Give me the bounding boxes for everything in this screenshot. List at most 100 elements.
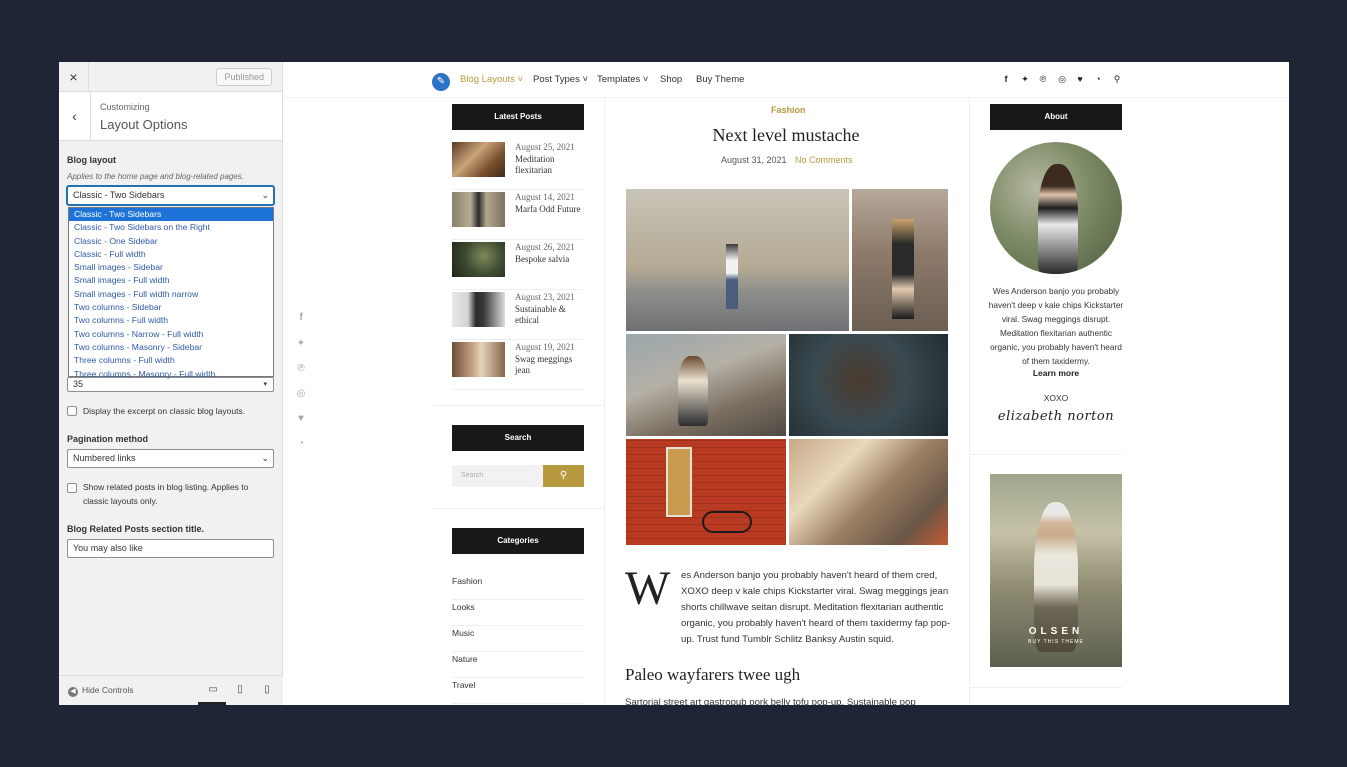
blog-layout-select[interactable]: Classic - Two Sidebars ⌄ [67,186,274,205]
column-divider [604,98,605,705]
dropdown-option[interactable]: Small images - Sidebar [69,261,273,274]
section-title: Layout Options [100,117,188,132]
latest-post-item[interactable]: August 26, 2021 Bespoke salvia [452,242,584,290]
post-title[interactable]: Bespoke salvia [515,254,585,265]
category-link[interactable]: Fashion [452,574,584,600]
dropdown-option[interactable]: Small images - Full width [69,274,273,287]
banner-tagline: BUY THIS THEME [1028,639,1084,645]
gallery-image[interactable] [626,334,786,436]
about-heading: About [990,104,1122,130]
excerpt-checkbox-label: Display the excerpt on classic blog layo… [83,406,246,416]
excerpt-checkbox[interactable] [67,406,77,416]
post-thumbnail[interactable] [452,292,505,327]
dropdown-option[interactable]: Classic - Full width [69,248,273,261]
pencil-logo-icon[interactable]: ✎ [432,73,450,91]
search-icon[interactable]: ⚲ [543,465,584,487]
rss-share-icon[interactable]: ◔ [295,438,307,449]
twitter-icon[interactable]: ✦ [1020,74,1030,85]
active-device-indicator [198,702,226,705]
twitter-share-icon[interactable]: ✦ [295,338,307,349]
widget-separator [970,687,1122,688]
close-icon[interactable]: × [59,62,89,92]
article-title: Next level mustache [712,125,860,145]
post-title[interactable]: Swag meggings jean [515,354,585,376]
post-thumbnail[interactable] [452,242,505,277]
categories-heading: Categories [452,528,584,554]
pinterest-share-icon[interactable]: ℗ [295,363,307,374]
related-posts-checkbox[interactable] [67,483,77,493]
instagram-icon[interactable]: ◎ [1057,74,1067,85]
sidebar-search-input[interactable]: Search [452,465,543,487]
search-heading: Search [452,425,584,451]
post-title[interactable]: Marfa Odd Future [515,204,585,215]
article-body: es Anderson banjo you probably haven't h… [625,568,950,648]
dropdown-option[interactable]: Two columns - Full width [69,314,273,327]
post-thumbnail[interactable] [452,142,505,177]
latest-post-item[interactable]: August 14, 2021 Marfa Odd Future [452,192,584,240]
dropdown-option[interactable]: Classic - Two Sidebars [69,208,273,222]
article-body-first: es Anderson banjo you probably haven't h… [681,570,938,581]
hide-controls-label: Hide Controls [82,685,134,695]
dropdown-option[interactable]: Three columns - Full width [69,354,273,367]
search-icon[interactable]: ⚲ [1112,74,1122,85]
gallery-image[interactable] [852,189,948,331]
hide-controls-button[interactable]: ◀ Hide Controls [68,685,134,697]
gallery-image[interactable] [626,439,786,545]
heart-icon[interactable]: ♥ [1075,74,1085,84]
post-title[interactable]: Meditation flexitarian [515,154,585,176]
heart-share-icon[interactable]: ♥ [295,413,307,424]
latest-post-item[interactable]: August 23, 2021 Sustainable & ethical [452,292,584,340]
desktop-preview-icon[interactable]: ▭ [206,684,220,695]
category-link[interactable]: Travel [452,678,584,704]
instagram-share-icon[interactable]: ◎ [295,388,307,399]
related-title-input[interactable]: You may also like [67,539,274,558]
publish-button[interactable]: Published [216,68,272,86]
gallery-image[interactable] [626,189,849,331]
post-date: August 23, 2021 [515,292,575,302]
about-avatar [990,142,1122,274]
theme-banner[interactable]: OLSEN BUY THIS THEME [990,474,1122,667]
browser-frame: × Published ‹ Customizing Layout Options… [59,62,1289,705]
blog-layout-dropdown[interactable]: Classic - Two Sidebars Classic - Two Sid… [68,207,274,379]
back-icon[interactable]: ‹ [59,92,91,141]
nav-post-types[interactable]: Post Types ˅ [533,74,588,85]
category-link[interactable]: Looks [452,600,584,626]
category-link[interactable]: Nature [452,652,584,678]
nav-templates[interactable]: Templates ˅ [597,74,649,85]
learn-more-link[interactable]: Learn more [988,368,1124,378]
dropdown-option[interactable]: Three columns - Masonry - Full width [69,368,273,381]
post-thumbnail[interactable] [452,342,505,377]
rss-icon[interactable]: ◔ [1093,74,1103,84]
latest-post-item[interactable]: August 19, 2021 Swag meggings jean [452,342,584,390]
gallery-image[interactable] [789,334,948,436]
facebook-share-icon[interactable]: f [295,312,307,323]
pagination-select[interactable]: Numbered links ⌄ [67,449,274,468]
dropdown-option[interactable]: Two columns - Narrow - Full width [69,328,273,341]
category-link[interactable]: Music [452,626,584,652]
widget-separator [970,454,1122,455]
dropdown-option[interactable]: Two columns - Masonry - Sidebar [69,341,273,354]
gallery-image[interactable] [789,439,948,545]
article-date: August 31, 2021 [721,155,787,165]
facebook-icon[interactable]: f [1001,74,1011,84]
related-posts-checkbox-label: Show related posts in blog listing. Appl… [83,482,249,492]
dropdown-option[interactable]: Classic - One Sidebar [69,235,273,248]
pinterest-icon[interactable]: ℗ [1038,74,1048,84]
post-title[interactable]: Sustainable & ethical [515,304,585,326]
nav-blog-layouts[interactable]: Blog Layouts ˅ [460,74,523,85]
tablet-preview-icon[interactable]: ▯ [233,684,247,695]
mobile-preview-icon[interactable]: ▯ [260,684,274,695]
latest-post-item[interactable]: August 25, 2021 Meditation flexitarian [452,142,584,190]
gallery-image-figure [892,219,914,319]
article-comments-link[interactable]: No Comments [795,155,853,165]
dropdown-option[interactable]: Two columns - Sidebar [69,301,273,314]
nav-shop[interactable]: Shop [660,74,682,85]
article-category[interactable]: Fashion [771,105,806,115]
post-thumbnail[interactable] [452,192,505,227]
collapse-icon: ◀ [68,687,78,697]
about-signature: elizabeth norton [997,409,1115,424]
dropdown-option[interactable]: Small images - Full width narrow [69,288,273,301]
chevron-down-icon: ⌄ [261,453,269,463]
nav-buy-theme[interactable]: Buy Theme [696,74,744,85]
dropdown-option[interactable]: Classic - Two Sidebars on the Right [69,221,273,234]
